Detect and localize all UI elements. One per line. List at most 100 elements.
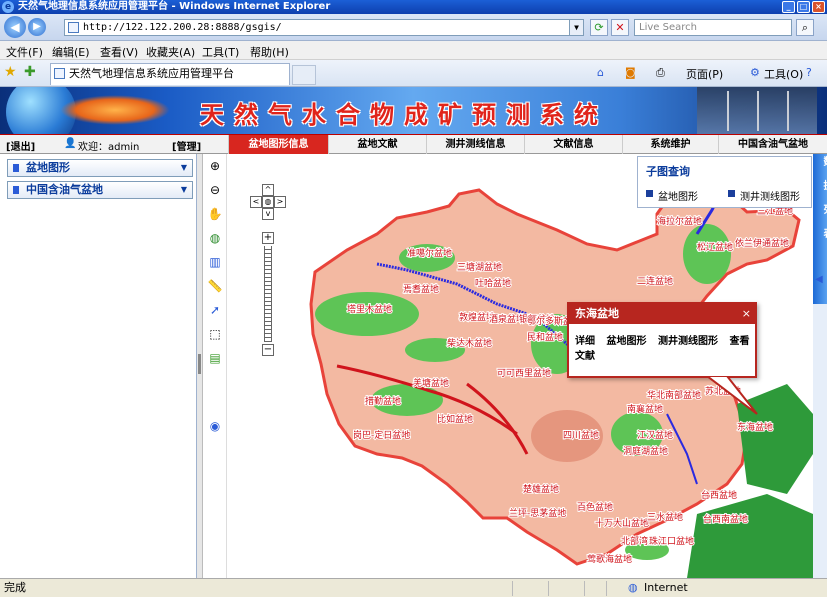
tab-china-oil-basins[interactable]: 中国含油气盆地 (718, 135, 827, 154)
basin-label[interactable]: 松辽盆地 (696, 240, 734, 254)
tools-gear-icon[interactable]: ⚙ (750, 66, 760, 79)
search-icon[interactable]: ⌕ (796, 19, 814, 36)
basin-label[interactable]: 江汉盆地 (636, 428, 674, 442)
basin-label[interactable]: 岗巴-定日盆地 (352, 428, 411, 442)
close-icon[interactable]: × (742, 304, 751, 324)
address-field[interactable]: http://122.122.200.28:8888/gsgis/ ▼ (64, 19, 584, 36)
browser-tab[interactable]: 天然气地理信息系统应用管理平台 (50, 63, 290, 85)
menu-edit[interactable]: 编辑(E) (52, 44, 90, 60)
collapse-arrow-icon[interactable]: ◀ (815, 274, 823, 285)
tab-literature-info[interactable]: 文献信息 (524, 135, 622, 154)
basin-label[interactable]: 吐哈盆地 (474, 276, 512, 290)
tab-logging-lines[interactable]: 测井测线信息 (426, 135, 524, 154)
menu-favorites[interactable]: 收藏夹(A) (146, 44, 195, 60)
pan-right-icon[interactable]: > (274, 196, 286, 208)
popup-link-basin-graphics[interactable]: 盆地图形 (606, 336, 646, 347)
accordion-china-oil-basins[interactable]: 中国含油气盆地 ▼ (7, 181, 193, 199)
stop-button[interactable]: ✕ (611, 19, 629, 36)
basin-label[interactable]: 兰坪-思茅盆地 (508, 506, 567, 520)
basin-label[interactable]: 南襄盆地 (626, 402, 664, 416)
layers-icon[interactable]: ▥ (207, 254, 223, 270)
print-icon[interactable]: ⎙ (656, 66, 665, 80)
zoom-out-icon[interactable]: ⊖ (207, 182, 223, 198)
menu-file[interactable]: 文件(F) (6, 44, 43, 60)
basin-label[interactable]: 羌塘盆地 (412, 376, 450, 390)
add-favorite-icon[interactable]: ✚ (24, 64, 36, 80)
basin-label[interactable]: 柴达木盆地 (446, 336, 493, 350)
subquery-link-logging-graphics[interactable]: 测井测线图形 (728, 188, 800, 203)
tools-menu[interactable]: 工具(O) (764, 66, 803, 82)
basin-label[interactable]: 华北南部盆地 (646, 388, 702, 402)
search-input[interactable]: Live Search (634, 19, 792, 36)
feeds-icon[interactable]: ◙ (625, 66, 636, 79)
home-icon[interactable]: ⌂ (597, 66, 604, 79)
popup-title: 东海盆地 (569, 304, 755, 324)
view-eye-icon[interactable]: ◉ (207, 418, 223, 434)
tab-basin-literature[interactable]: 盆地文献 (328, 135, 426, 154)
basin-label[interactable]: 珠江口盆地 (648, 534, 695, 548)
box-select-icon[interactable]: ⬚ (207, 326, 223, 342)
minimize-button[interactable]: _ (782, 1, 795, 13)
pan-hand-icon[interactable]: ✋ (207, 206, 223, 222)
address-dropdown-icon[interactable]: ▼ (569, 20, 583, 35)
popup-link-logging-graphics[interactable]: 测井测线图形 (658, 336, 718, 347)
menu-view[interactable]: 查看(V) (100, 44, 138, 60)
basin-label[interactable]: 四川盆地 (562, 428, 600, 442)
select-arrow-icon[interactable]: ➚ (207, 302, 223, 318)
basin-label[interactable]: 海拉尔盆地 (656, 214, 703, 228)
basin-label[interactable]: 准噶尔盆地 (406, 246, 453, 260)
basin-label[interactable]: 民和盆地 (526, 330, 564, 344)
accordion-label: 盆地图形 (26, 161, 70, 174)
pan-down-icon[interactable]: v (262, 208, 274, 220)
main-nav: [退出] 👤 欢迎：admin [管理] 盆地图形信息 盆地文献 测井测线信息 … (0, 134, 827, 154)
app-title: 天然气水合物成矿预测系统 (200, 100, 608, 129)
zoom-in-button[interactable]: + (262, 232, 274, 244)
tab-basin-graphics[interactable]: 盆地图形信息 (228, 135, 328, 154)
basin-label[interactable]: 台西南盆地 (702, 512, 749, 526)
new-tab-button[interactable] (292, 65, 316, 85)
basin-label[interactable]: 依兰伊通盆地 (734, 236, 790, 250)
menu-help[interactable]: 帮助(H) (250, 44, 289, 60)
page-menu[interactable]: 页面(P) (686, 66, 723, 82)
zoom-in-icon[interactable]: ⊕ (207, 158, 223, 174)
basin-label[interactable]: 十万大山盆地 (594, 516, 650, 530)
basin-label[interactable]: 莺歌海盆地 (586, 552, 633, 566)
back-button[interactable]: ◀ (4, 16, 26, 38)
refresh-button[interactable]: ⟳ (590, 19, 608, 36)
pan-center-globe-icon[interactable]: ◍ (262, 196, 274, 208)
basin-label[interactable]: 百色盆地 (576, 500, 614, 514)
basin-label[interactable]: 措勤盆地 (364, 394, 402, 408)
basin-label[interactable]: 比如盆地 (436, 412, 474, 426)
status-divider (584, 581, 585, 596)
favorites-star-icon[interactable]: ★ (4, 64, 17, 80)
pan-left-icon[interactable]: < (250, 196, 262, 208)
basin-label[interactable]: 焉耆盆地 (402, 282, 440, 296)
basin-label[interactable]: 三塘湖盆地 (456, 260, 503, 274)
help-icon[interactable]: ? (806, 66, 812, 79)
full-extent-globe-icon[interactable]: ◍ (207, 230, 223, 246)
tab-system-maintenance[interactable]: 系统维护 (622, 135, 718, 154)
exit-link[interactable]: [退出] (6, 138, 35, 153)
forward-button[interactable]: ▶ (28, 18, 46, 36)
basin-label[interactable]: 台西盆地 (700, 488, 738, 502)
basin-label[interactable]: 二连盆地 (636, 274, 674, 288)
menu-tools[interactable]: 工具(T) (202, 44, 239, 60)
manage-link[interactable]: [管理] (172, 138, 201, 153)
subquery-link-basin-graphics[interactable]: 盆地图形 (646, 188, 698, 203)
zoom-out-button[interactable]: − (262, 344, 274, 356)
basin-label[interactable]: 塔里木盆地 (346, 302, 393, 316)
zoom-slider[interactable] (264, 246, 272, 342)
popup-link-detail[interactable]: 详细 (575, 336, 595, 347)
basin-label[interactable]: 洞庭湖盆地 (622, 444, 669, 458)
map-view[interactable]: 海拉尔盆地 二连盆地 松辽盆地 依兰伊通盆地 三江盆地 准噶尔盆地 三塘湖盆地 吐哈盆地 焉耆盆… (227, 154, 813, 578)
maximize-button[interactable]: □ (797, 1, 810, 13)
measure-ruler-icon[interactable]: 📏 (207, 278, 223, 294)
close-window-button[interactable]: × (812, 1, 825, 13)
accordion-basin-graphics[interactable]: 盆地图形 ▼ (7, 159, 193, 177)
identify-icon[interactable]: ▤ (207, 350, 223, 366)
pan-up-icon[interactable]: ^ (262, 184, 274, 196)
basin-label[interactable]: 三水盆地 (646, 510, 684, 524)
basin-label[interactable]: 可可西里盆地 (496, 366, 552, 380)
basin-label[interactable]: 楚雄盆地 (522, 482, 560, 496)
basin-label[interactable]: 东海盆地 (736, 420, 774, 434)
